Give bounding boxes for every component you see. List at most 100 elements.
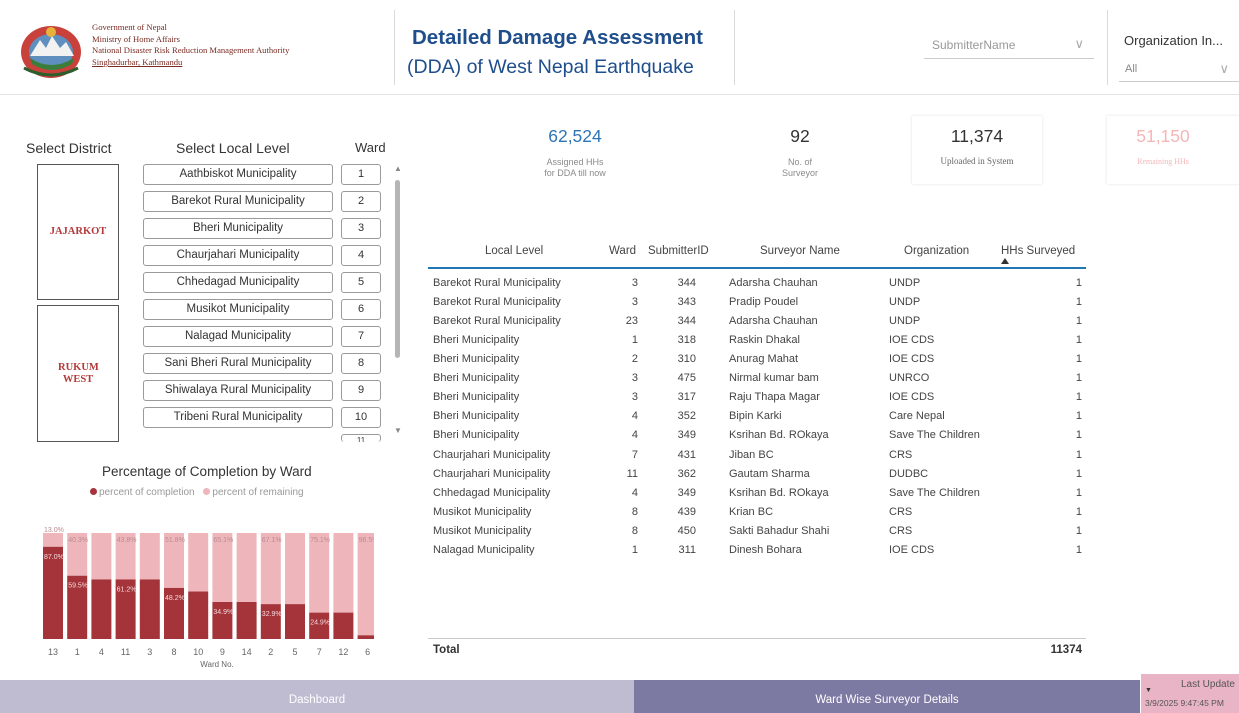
local-level-option[interactable]: Sani Bheri Rural Municipality — [143, 353, 333, 374]
scroll-thumb[interactable] — [395, 180, 400, 358]
last-update-panel: Last Update ▼ 3/9/2025 9:47:45 PM — [1141, 674, 1239, 713]
ward-option[interactable]: 1 — [341, 164, 381, 185]
bar-remaining[interactable] — [333, 533, 354, 613]
data-label-remaining: 40.3% — [68, 537, 88, 544]
bar-completion[interactable] — [188, 591, 209, 639]
cell-local-level: Bheri Municipality — [433, 372, 520, 385]
ward-option[interactable]: 2 — [341, 191, 381, 212]
cell-ward: 8 — [631, 524, 638, 537]
ward-option[interactable]: 10 — [341, 407, 381, 428]
gov-line: National Disaster Risk Reduction Managem… — [92, 45, 290, 56]
bar-remaining[interactable] — [139, 533, 160, 580]
local-level-option[interactable]: Shiwalaya Rural Municipality — [143, 380, 333, 401]
bar-completion[interactable] — [212, 602, 233, 639]
cell-surveyor-name: Gautam Sharma — [729, 467, 810, 480]
bar-completion[interactable] — [91, 579, 112, 639]
local-level-option[interactable]: Aathbiskot Municipality — [143, 164, 333, 185]
bar-completion[interactable] — [260, 604, 281, 639]
kpi-surveyor-label: No. of Surveyor — [750, 157, 850, 179]
organization-label: Organization In... — [1124, 33, 1223, 48]
local-level-option[interactable]: Chhedagad Municipality — [143, 272, 333, 293]
scroll-down-arrow-icon[interactable]: ▼ — [394, 426, 402, 435]
data-label-remaining: 65.1% — [213, 537, 233, 544]
organization-value: All — [1125, 63, 1138, 75]
cell-surveyor-name: Anurag Mahat — [729, 353, 799, 366]
ward-option[interactable]: 4 — [341, 245, 381, 266]
cell-organization: UNDP — [889, 277, 921, 289]
bar-remaining[interactable] — [285, 533, 305, 605]
scroll-up-arrow-icon[interactable]: ▲ — [394, 164, 402, 173]
bar-remaining[interactable] — [43, 533, 63, 547]
ward-option[interactable]: 8 — [341, 353, 381, 374]
cell-hhs-surveyed: 1 — [1075, 410, 1082, 423]
bar-completion[interactable] — [333, 612, 354, 639]
cell-organization: Save The Children — [889, 486, 980, 499]
bar-completion[interactable] — [236, 602, 257, 639]
ward-option[interactable]: 3 — [341, 218, 381, 239]
local-level-option[interactable]: Musikot Municipality — [143, 299, 333, 320]
x-tick-label: 1 — [75, 647, 80, 657]
district-option-jajarkot[interactable]: JAJARKOT — [37, 164, 119, 300]
cell-local-level: Musikot Municipality — [433, 505, 532, 518]
cell-submitter-id: 343 — [677, 296, 696, 309]
cell-submitter-id: 349 — [677, 429, 696, 442]
cell-submitter-id: 310 — [677, 353, 696, 366]
cell-submitter-id: 344 — [677, 315, 696, 328]
local-level-option[interactable]: Barekot Rural Municipality — [143, 191, 333, 212]
cell-local-level: Bheri Municipality — [433, 410, 520, 423]
x-axis-label: Ward No. — [200, 660, 234, 669]
organization-dropdown[interactable]: All ∨ — [1119, 58, 1239, 82]
ward-option[interactable]: 6 — [341, 299, 381, 320]
bar-completion[interactable] — [357, 635, 374, 639]
header-divider — [1107, 10, 1108, 85]
cell-hhs-surveyed: 1 — [1075, 505, 1082, 518]
local-level-option[interactable]: Chaurjahari Municipality — [143, 245, 333, 266]
gov-line: Singhadurbar, Kathmandu — [92, 57, 183, 68]
ward-option[interactable]: 9 — [341, 380, 381, 401]
x-tick-label: 9 — [220, 647, 225, 657]
nav-dashboard-button[interactable]: Dashboard — [0, 680, 634, 713]
cell-surveyor-name: Pradip Poudel — [729, 296, 799, 309]
district-label: JAJARKOT — [49, 226, 107, 237]
bar-remaining[interactable] — [236, 533, 257, 603]
ward-option[interactable]: 11 — [341, 434, 381, 442]
bar-completion[interactable] — [139, 579, 160, 639]
bar-remaining[interactable] — [357, 533, 374, 636]
cell-submitter-id: 317 — [677, 391, 696, 404]
cell-hhs-surveyed: 1 — [1075, 524, 1082, 537]
slicer-scrollbar[interactable]: ▲ ▼ — [393, 164, 402, 436]
col-header-local-level[interactable]: Local Level — [485, 240, 543, 268]
col-header-ward[interactable]: Ward — [609, 240, 636, 268]
cell-hhs-surveyed: 1 — [1075, 467, 1082, 480]
bar-remaining[interactable] — [91, 533, 112, 580]
nav-ward-wise-button[interactable]: Ward Wise Surveyor Details — [634, 680, 1140, 713]
local-level-option[interactable]: Tribeni Rural Municipality — [143, 407, 333, 428]
cell-organization: IOE CDS — [889, 543, 935, 556]
bar-remaining[interactable] — [188, 533, 209, 592]
data-label-remaining: 75.1% — [310, 537, 330, 544]
cell-local-level: Bheri Municipality — [433, 391, 520, 404]
cell-submitter-id: 439 — [677, 505, 696, 518]
local-level-option[interactable]: Bheri Municipality — [143, 218, 333, 239]
cell-submitter-id: 431 — [677, 448, 696, 461]
ward-option[interactable]: 7 — [341, 326, 381, 347]
cell-surveyor-name: Adarsha Chauhan — [729, 315, 818, 328]
local-level-option[interactable]: Nalagad Municipality — [143, 326, 333, 347]
cell-local-level: Chaurjahari Municipality — [433, 467, 551, 480]
district-option-rukum-west[interactable]: RUKUM WEST — [37, 305, 119, 442]
x-tick-label: 8 — [171, 647, 176, 657]
x-tick-label: 14 — [242, 647, 252, 657]
bar-completion[interactable] — [285, 604, 305, 639]
col-header-hhs-surveyed[interactable]: HHs Surveyed — [1001, 240, 1075, 268]
cell-ward: 8 — [631, 505, 638, 518]
cell-hhs-surveyed: 1 — [1075, 315, 1082, 328]
bar-remaining[interactable] — [309, 533, 330, 613]
cell-hhs-surveyed: 1 — [1075, 353, 1082, 366]
col-header-submitter-id[interactable]: SubmitterID — [648, 240, 709, 268]
data-label-completion: 48.2% — [165, 595, 185, 602]
col-header-organization[interactable]: Organization — [904, 240, 969, 268]
col-header-surveyor-name[interactable]: Surveyor Name — [760, 240, 840, 268]
cell-organization: UNDP — [889, 315, 921, 328]
submitter-name-dropdown[interactable]: SubmitterName ∨ — [924, 33, 1094, 59]
ward-option[interactable]: 5 — [341, 272, 381, 293]
